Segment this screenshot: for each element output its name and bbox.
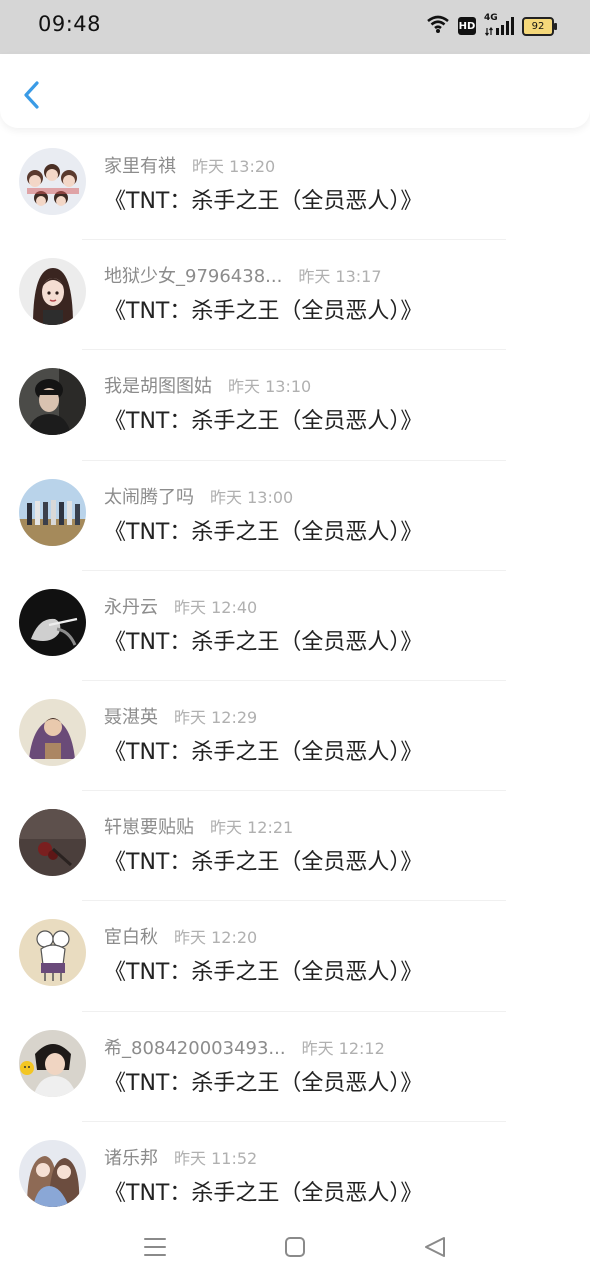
list-item[interactable]: 家里有祺 昨天 13:20 《TNT：杀手之王（全员恶人）》 xyxy=(0,130,590,241)
message-meta: 家里有祺 昨天 13:20 xyxy=(104,152,275,178)
avatar[interactable] xyxy=(19,1029,86,1097)
nickname[interactable]: 希_808420003493... xyxy=(104,1034,286,1060)
avatar[interactable] xyxy=(19,148,86,215)
list-item[interactable]: 我是胡图图姑 昨天 13:10 《TNT：杀手之王（全员恶人）》 xyxy=(0,350,590,461)
avatar[interactable] xyxy=(19,368,86,436)
avatar[interactable] xyxy=(19,1139,86,1207)
message-text[interactable]: 《TNT：杀手之王（全员恶人）》 xyxy=(104,1065,422,1097)
list-item[interactable]: 地狱少女_9796438... 昨天 13:17 《TNT：杀手之王（全员恶人）… xyxy=(0,240,590,351)
system-nav-bar xyxy=(0,1215,590,1280)
avatar[interactable] xyxy=(19,919,86,987)
signal-icon: 4G xyxy=(484,13,514,36)
timestamp: 昨天 13:17 xyxy=(298,267,382,287)
message-text[interactable]: 《TNT：杀手之王（全员恶人）》 xyxy=(104,293,422,325)
nickname[interactable]: 诸乐邦 xyxy=(104,1144,158,1170)
timestamp: 昨天 13:20 xyxy=(192,157,276,176)
hd-badge: HD xyxy=(458,17,476,35)
list-item[interactable]: 永丹云 昨天 12:40 《TNT：杀手之王（全员恶人）》 xyxy=(0,571,590,681)
list-item[interactable]: 轩崽要贴贴 昨天 12:21 《TNT：杀手之王（全员恶人）》 xyxy=(0,791,590,902)
home-square-icon xyxy=(285,1237,305,1257)
battery-indicator: 92 xyxy=(522,16,557,36)
list-item[interactable]: 宦白秋 昨天 12:20 《TNT：杀手之王（全员恶人）》 xyxy=(0,901,590,1012)
avatar[interactable] xyxy=(19,698,86,766)
nickname[interactable]: 聂湛英 xyxy=(104,703,158,729)
message-text[interactable]: 《TNT：杀手之王（全员恶人）》 xyxy=(104,734,422,766)
message-list: 家里有祺 昨天 13:20 《TNT：杀手之王（全员恶人）》 地狱少女_9796… xyxy=(0,130,590,1232)
message-text[interactable]: 《TNT：杀手之王（全员恶人）》 xyxy=(104,624,422,656)
message-text[interactable]: 《TNT：杀手之王（全员恶人）》 xyxy=(104,954,422,986)
list-item[interactable]: 希_808420003493... 昨天 12:12 《TNT：杀手之王（全员恶… xyxy=(0,1012,590,1122)
message-meta: 地狱少女_9796438... 昨天 13:17 xyxy=(104,262,382,288)
status-bar: 09:48 HD 4G 92 xyxy=(0,0,590,54)
home-button[interactable] xyxy=(281,1233,309,1261)
message-meta: 我是胡图图姑 昨天 13:10 xyxy=(104,372,311,398)
back-button[interactable] xyxy=(18,78,48,114)
nickname[interactable]: 轩崽要贴贴 xyxy=(104,813,194,839)
back-triangle-icon xyxy=(425,1237,445,1257)
menu-button[interactable] xyxy=(141,1233,169,1261)
timestamp: 昨天 13:10 xyxy=(228,377,312,397)
timestamp: 昨天 12:40 xyxy=(174,597,258,617)
timestamp: 昨天 12:29 xyxy=(174,707,258,727)
nickname[interactable]: 永丹云 xyxy=(104,593,158,619)
message-meta: 宦白秋 昨天 12:20 xyxy=(104,923,257,949)
message-meta: 轩崽要贴贴 昨天 12:21 xyxy=(104,813,293,839)
message-text[interactable]: 《TNT：杀手之王（全员恶人）》 xyxy=(104,1175,422,1207)
chevron-left-icon xyxy=(24,81,39,109)
avatar[interactable] xyxy=(19,588,86,656)
back-nav-button[interactable] xyxy=(421,1233,449,1261)
timestamp: 昨天 12:12 xyxy=(301,1038,385,1058)
timestamp: 昨天 12:21 xyxy=(210,818,294,838)
status-icons: HD 4G 92 xyxy=(426,13,557,38)
message-meta: 希_808420003493... 昨天 12:12 xyxy=(104,1034,385,1060)
status-time: 09:48 xyxy=(38,12,102,36)
menu-icon xyxy=(144,1238,166,1256)
message-meta: 永丹云 昨天 12:40 xyxy=(104,593,257,619)
timestamp: 昨天 12:20 xyxy=(174,928,258,948)
nickname[interactable]: 地狱少女_9796438... xyxy=(104,262,282,288)
avatar[interactable] xyxy=(19,478,86,546)
message-meta: 太闹腾了吗 昨天 13:00 xyxy=(104,483,293,509)
nickname[interactable]: 太闹腾了吗 xyxy=(104,483,194,509)
avatar[interactable] xyxy=(19,258,86,326)
list-item[interactable]: 聂湛英 昨天 12:29 《TNT：杀手之王（全员恶人）》 xyxy=(0,681,590,792)
message-text[interactable]: 《TNT：杀手之王（全员恶人）》 xyxy=(104,403,422,435)
wifi-icon xyxy=(426,14,450,38)
message-meta: 诸乐邦 昨天 11:52 xyxy=(104,1144,257,1170)
message-text[interactable]: 《TNT：杀手之王（全员恶人）》 xyxy=(104,183,422,215)
header-bar xyxy=(0,54,590,128)
nickname[interactable]: 宦白秋 xyxy=(104,923,158,949)
nickname[interactable]: 家里有祺 xyxy=(104,152,176,178)
avatar[interactable] xyxy=(19,809,86,877)
timestamp: 昨天 13:00 xyxy=(210,487,294,507)
list-item[interactable]: 太闹腾了吗 昨天 13:00 《TNT：杀手之王（全员恶人）》 xyxy=(0,461,590,571)
nickname[interactable]: 我是胡图图姑 xyxy=(104,372,212,398)
message-meta: 聂湛英 昨天 12:29 xyxy=(104,703,257,729)
message-text[interactable]: 《TNT：杀手之王（全员恶人）》 xyxy=(104,844,422,876)
timestamp: 昨天 11:52 xyxy=(174,1148,258,1168)
message-text[interactable]: 《TNT：杀手之王（全员恶人）》 xyxy=(104,514,422,546)
